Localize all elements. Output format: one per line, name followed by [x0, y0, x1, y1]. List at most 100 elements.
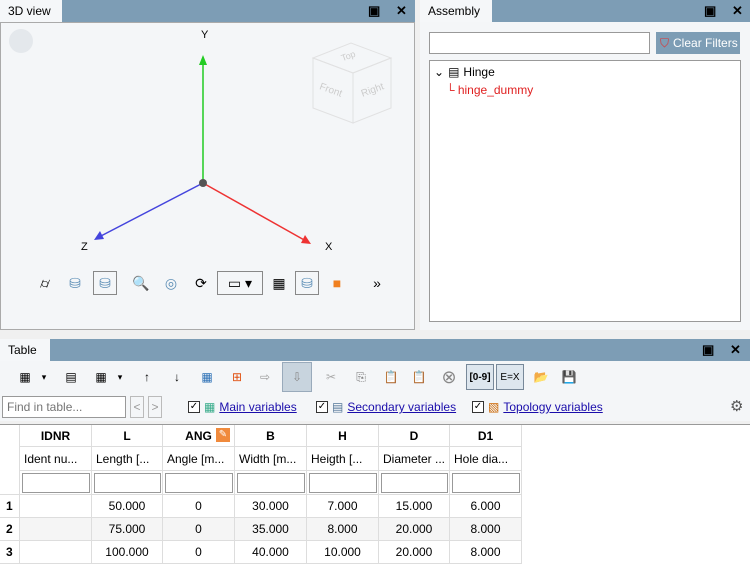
secondary-variables-link[interactable]: Secondary variables: [347, 400, 456, 414]
save-icon[interactable]: 💾: [556, 364, 582, 390]
column-filter-input[interactable]: [93, 472, 161, 493]
close-icon[interactable]: ✕: [730, 342, 741, 358]
move-row-up-icon[interactable]: ↑: [134, 364, 160, 390]
column-filter-cell: [92, 471, 163, 495]
zoom-fit-icon[interactable]: 🔍: [129, 271, 153, 295]
column-header[interactable]: H: [307, 425, 379, 447]
annotation-dropdown[interactable]: ▭ ▾: [217, 271, 263, 295]
topology-variables-checkbox[interactable]: ✓: [472, 401, 484, 413]
topology-variables-filter[interactable]: ✓ ▧ Topology variables: [472, 400, 603, 414]
table-cell[interactable]: 6.000: [450, 495, 522, 518]
tree-node-hinge[interactable]: ⌄ ▤ Hinge: [434, 65, 495, 79]
hierarchy-icon[interactable]: ⊞: [224, 364, 250, 390]
shaded-cylinder-icon[interactable]: ⛁: [63, 271, 87, 295]
range-button[interactable]: [0-9]: [466, 364, 494, 390]
tab-3d-view[interactable]: 3D view: [0, 0, 62, 22]
insert-column-icon[interactable]: ▦: [88, 364, 114, 390]
column-filter-input[interactable]: [164, 472, 233, 493]
topology-variables-link[interactable]: Topology variables: [503, 400, 602, 414]
arrow-down-button[interactable]: ⇩: [282, 362, 312, 392]
column-filter-input[interactable]: [21, 472, 90, 493]
clear-filters-button[interactable]: ⛉ Clear Filters: [656, 32, 740, 54]
zoom-selection-icon[interactable]: ◎: [159, 271, 183, 295]
column-filter-input[interactable]: [308, 472, 377, 493]
secondary-variables-checkbox[interactable]: ✓: [316, 401, 328, 413]
column-filter-input[interactable]: [380, 472, 448, 493]
main-variables-link[interactable]: Main variables: [219, 400, 296, 414]
paste-special-icon[interactable]: 📋: [406, 364, 432, 390]
table-cell[interactable]: [20, 518, 92, 541]
open-icon[interactable]: 📂: [528, 364, 554, 390]
collapse-icon[interactable]: ⌄: [434, 65, 444, 79]
cancel-icon[interactable]: ⊗: [436, 364, 462, 390]
table-cell[interactable]: 0: [163, 541, 235, 564]
table-cell[interactable]: 75.000: [92, 518, 163, 541]
tab-table[interactable]: Table: [0, 339, 50, 361]
find-next-button[interactable]: >: [148, 396, 162, 418]
table-cell[interactable]: 40.000: [235, 541, 307, 564]
assembly-search-input[interactable]: [429, 32, 650, 54]
column-header[interactable]: D: [379, 425, 450, 447]
dimension-icon[interactable]: ⛁: [295, 271, 319, 295]
table-cell[interactable]: 50.000: [92, 495, 163, 518]
column-header[interactable]: B: [235, 425, 307, 447]
column-header[interactable]: L: [92, 425, 163, 447]
close-icon[interactable]: ✕: [396, 3, 407, 19]
column-header[interactable]: D1: [450, 425, 522, 447]
table-cell[interactable]: 100.000: [92, 541, 163, 564]
table-view-icon[interactable]: ▦: [194, 364, 220, 390]
find-prev-button[interactable]: <: [130, 396, 144, 418]
arrow-right-icon[interactable]: ⇨: [252, 364, 278, 390]
column-filter-cell: [379, 471, 450, 495]
rotate-icon[interactable]: ⟳: [189, 271, 213, 295]
tab-assembly[interactable]: Assembly: [420, 0, 492, 22]
more-button[interactable]: »: [365, 271, 389, 295]
move-row-down-icon[interactable]: ↓: [164, 364, 190, 390]
tree-node-hinge-dummy[interactable]: └ hinge_dummy: [446, 83, 533, 97]
table-cell[interactable]: 8.000: [450, 518, 522, 541]
find-in-table-input[interactable]: [2, 396, 126, 418]
wireframe-cylinder-icon[interactable]: ⌭: [33, 271, 57, 295]
shaded-edges-icon[interactable]: ⛁: [93, 271, 117, 295]
settings-gear-icon[interactable]: ⚙: [730, 397, 743, 415]
maximize-icon[interactable]: ▣: [702, 342, 714, 358]
table-cell[interactable]: 7.000: [307, 495, 379, 518]
insert-dropdown[interactable]: ▾: [114, 364, 126, 390]
add-row-dropdown[interactable]: ▾: [38, 364, 50, 390]
mesh-icon[interactable]: ▦: [267, 271, 291, 295]
formula-button[interactable]: E=X: [496, 364, 524, 390]
3d-view-tabbar: 3D view ▣ ✕: [0, 0, 415, 22]
maximize-icon[interactable]: ▣: [704, 3, 716, 19]
column-header[interactable]: IDNR: [20, 425, 92, 447]
add-row-icon[interactable]: ▦: [12, 364, 38, 390]
3d-viewport[interactable]: Y X Z Top Front Right ⌭ ⛁ ⛁ 🔍 ◎ ⟳ ▭ ▾ ▦ …: [0, 22, 415, 330]
delete-row-icon[interactable]: ▤: [58, 364, 84, 390]
maximize-icon[interactable]: ▣: [368, 3, 380, 19]
table-cell[interactable]: 15.000: [379, 495, 450, 518]
table-cell[interactable]: [20, 495, 92, 518]
table-cell[interactable]: 20.000: [379, 518, 450, 541]
row-number[interactable]: 3: [0, 541, 20, 564]
column-filter-input[interactable]: [451, 472, 520, 493]
table-cell[interactable]: 30.000: [235, 495, 307, 518]
row-number[interactable]: 1: [0, 495, 20, 518]
copy-icon[interactable]: ⎘: [348, 364, 374, 390]
table-cell[interactable]: 0: [163, 495, 235, 518]
section-icon[interactable]: ■: [325, 271, 349, 295]
table-cell[interactable]: 35.000: [235, 518, 307, 541]
column-filter-input[interactable]: [236, 472, 305, 493]
secondary-variables-filter[interactable]: ✓ ▤ Secondary variables: [316, 400, 456, 414]
table-cell[interactable]: 10.000: [307, 541, 379, 564]
row-number[interactable]: 2: [0, 518, 20, 541]
paste-icon[interactable]: 📋: [378, 364, 404, 390]
table-cell[interactable]: 8.000: [450, 541, 522, 564]
close-icon[interactable]: ✕: [732, 3, 743, 19]
table-cell[interactable]: 8.000: [307, 518, 379, 541]
edit-pencil-icon[interactable]: ✎: [216, 428, 230, 442]
main-variables-checkbox[interactable]: ✓: [188, 401, 200, 413]
table-cell[interactable]: [20, 541, 92, 564]
table-cell[interactable]: 20.000: [379, 541, 450, 564]
table-cell[interactable]: 0: [163, 518, 235, 541]
cut-icon[interactable]: ✂: [318, 364, 344, 390]
main-variables-filter[interactable]: ✓ ▦ Main variables: [188, 400, 297, 414]
